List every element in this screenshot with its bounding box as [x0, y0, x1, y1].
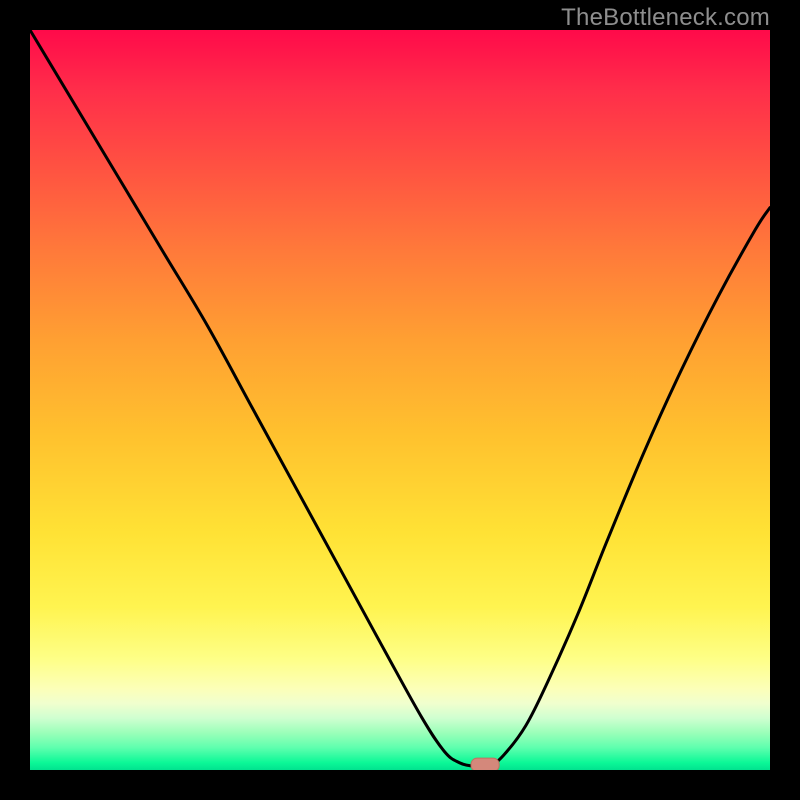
watermark-text: TheBottleneck.com — [561, 4, 770, 32]
optimum-marker — [471, 758, 499, 770]
curve-layer — [30, 30, 770, 770]
chart-container: TheBottleneck.com — [0, 0, 800, 800]
bottleneck-curve — [30, 30, 770, 767]
plot-area — [30, 30, 770, 770]
